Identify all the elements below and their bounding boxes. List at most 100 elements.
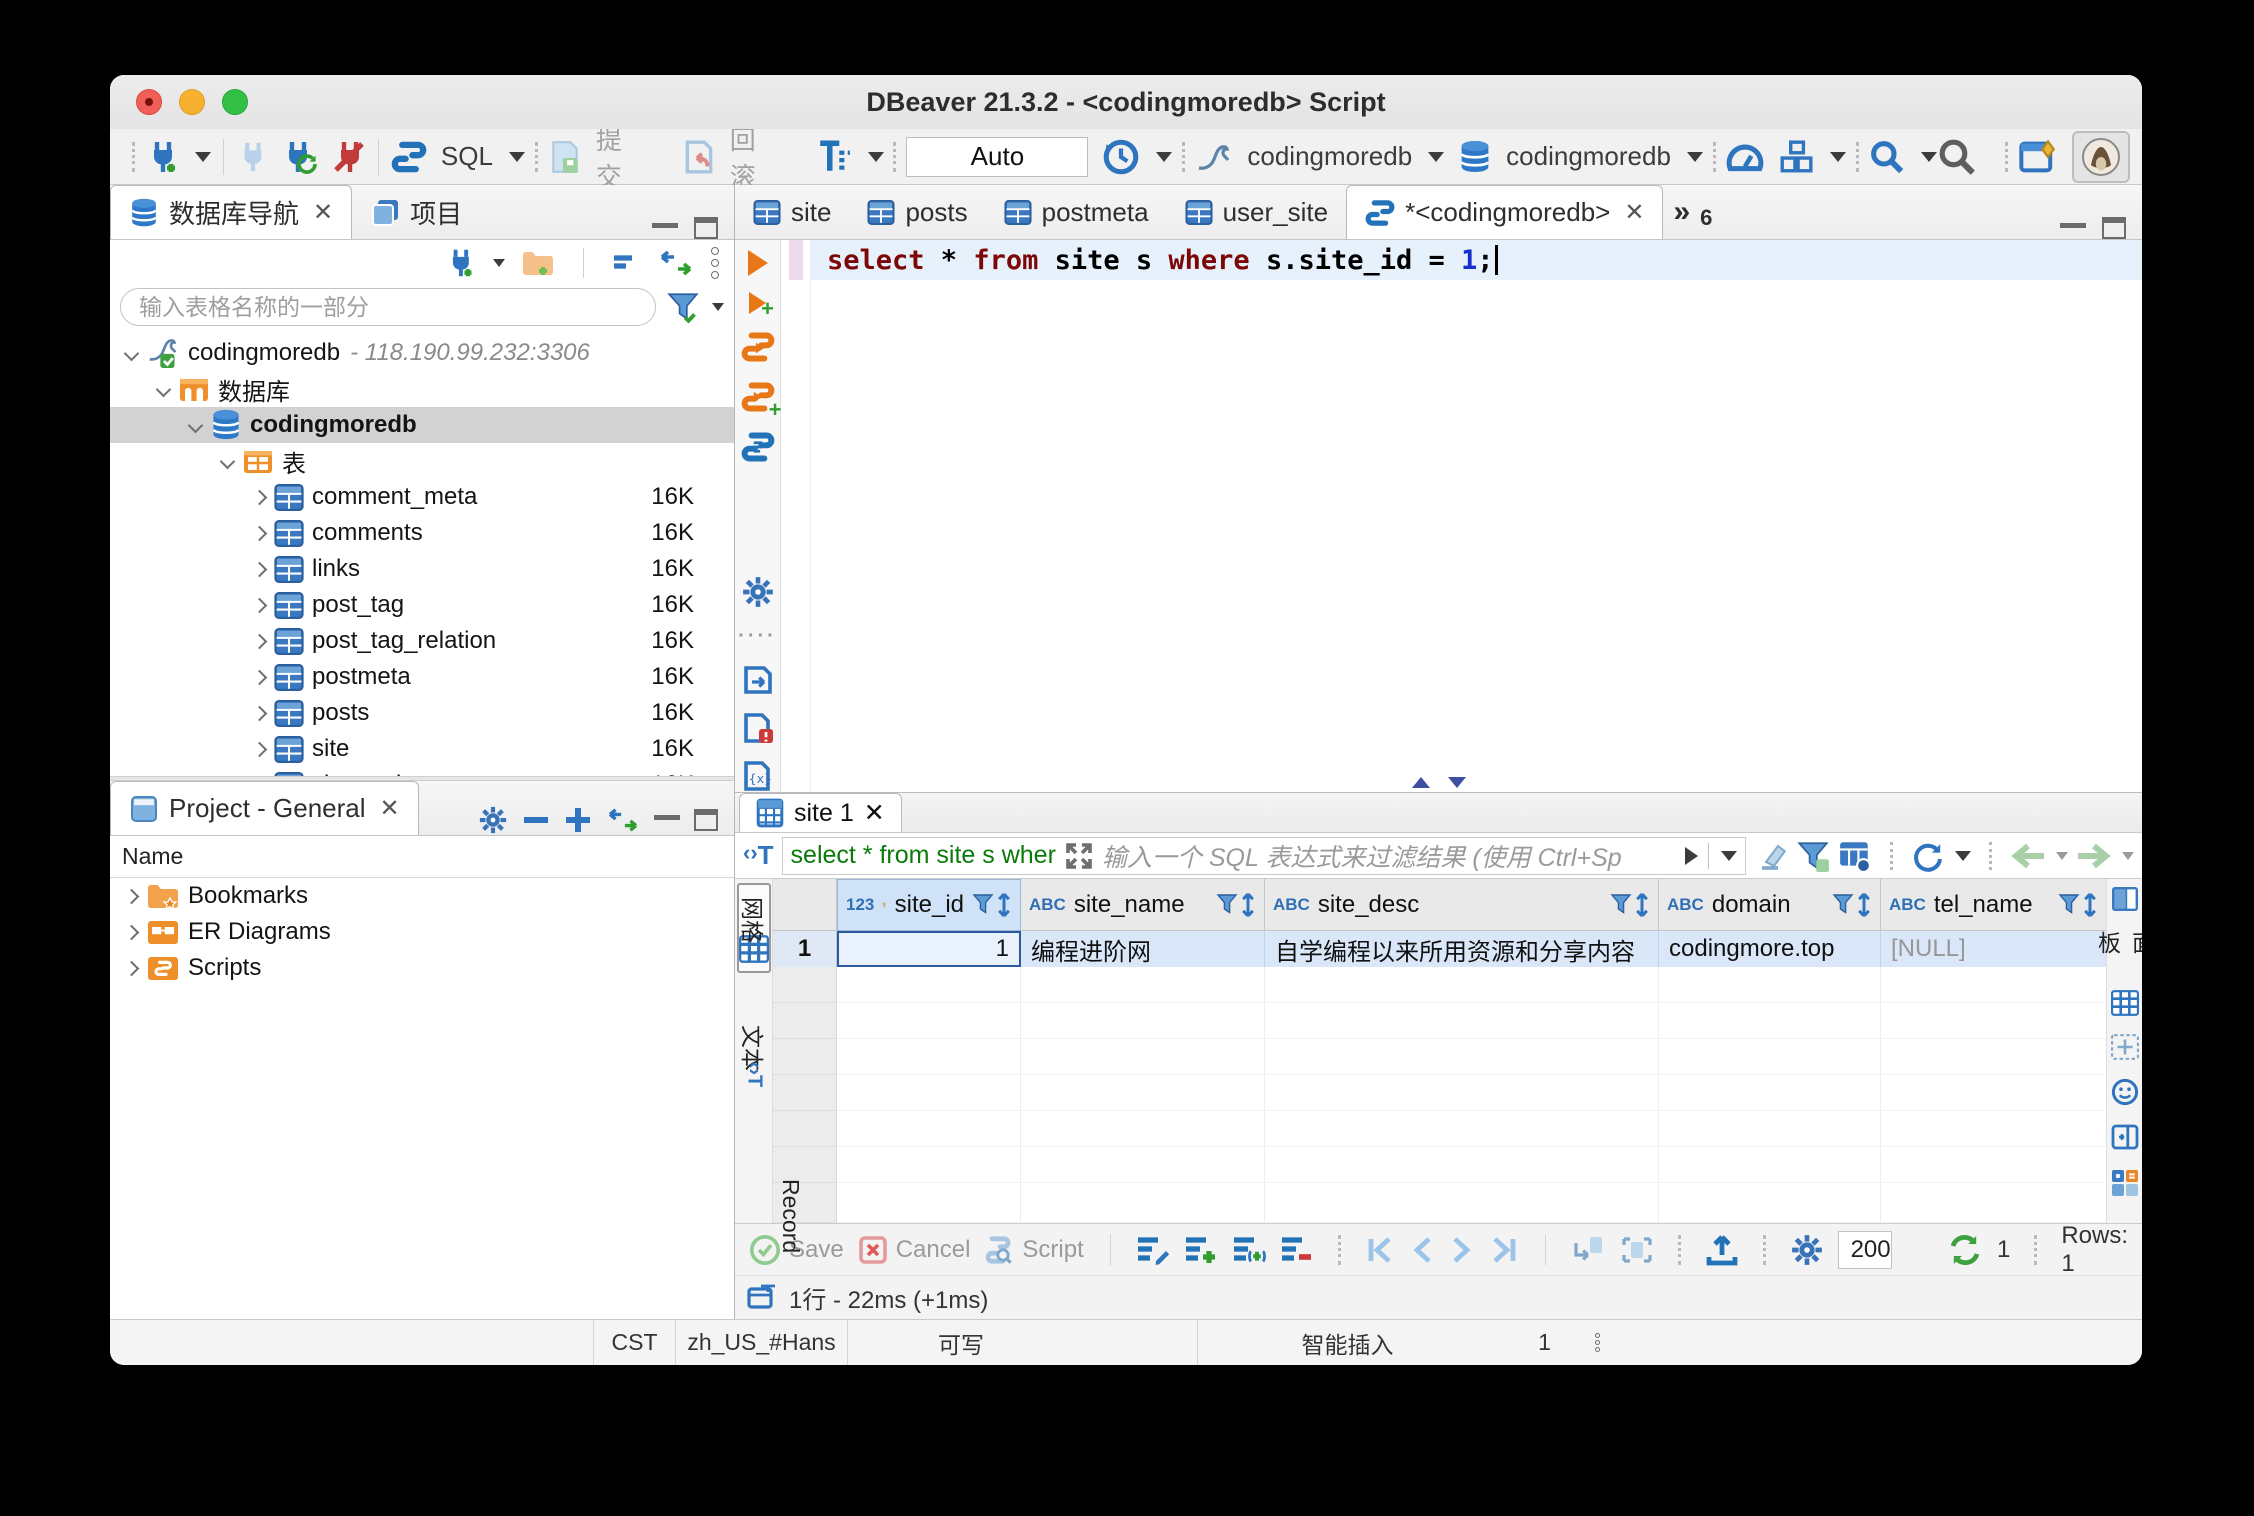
column-sort-icon[interactable] [1240, 892, 1256, 918]
table-row[interactable]: site_options16K [110, 767, 734, 776]
cell-tel-name[interactable]: [NULL] [1881, 931, 2106, 967]
tab-project-general[interactable]: Project - General ✕ [110, 781, 419, 835]
references-panel-icon[interactable] [2110, 1168, 2140, 1198]
value-viewer-icon[interactable] [2110, 990, 2139, 1016]
tab-overflow-chevron[interactable]: » 6 [1663, 185, 1722, 239]
nav-new-connection-dropdown[interactable] [493, 258, 505, 267]
refresh-results-icon[interactable] [1911, 839, 1945, 873]
status-position[interactable]: 1 [1497, 1320, 1592, 1365]
project-name-header[interactable]: Name [110, 836, 734, 878]
last-row-icon[interactable] [1489, 1236, 1519, 1264]
grid-data-row[interactable]: 1 1 编程进阶网 自学编程以来所用资源和分享内容 codingmore.top… [773, 931, 2106, 967]
transaction-mode-icon[interactable] [816, 139, 852, 175]
commit-label[interactable]: 提交 [596, 120, 639, 194]
filter-history-dropdown[interactable] [1721, 850, 1737, 861]
connection-name[interactable]: codingmoredb [1247, 141, 1412, 172]
new-connection-dropdown[interactable] [195, 151, 211, 162]
row-number-header[interactable] [773, 879, 837, 931]
close-tab-icon[interactable]: ✕ [1624, 198, 1644, 227]
minimize-view-icon[interactable] [654, 815, 680, 825]
results-settings-icon[interactable] [1790, 1233, 1824, 1267]
editor-tab-script-active[interactable]: *<codingmoredb> ✕ [1346, 185, 1664, 239]
commit-icon[interactable] [548, 139, 582, 175]
execute-statement-icon[interactable] [747, 250, 768, 276]
fetch-size-input[interactable]: 200 [1837, 1230, 1893, 1269]
sql-editor-label[interactable]: SQL [441, 141, 493, 172]
column-header-site-id[interactable]: 123 site_id [837, 879, 1021, 931]
project-item-er-diagrams[interactable]: ER Diagrams [110, 914, 734, 950]
nav-back-icon[interactable] [2010, 843, 2046, 869]
column-filter-icon[interactable] [972, 893, 994, 917]
nav-back-dropdown[interactable] [2056, 851, 2068, 860]
sql-code-area[interactable]: select * from site s where s.site_id = 1… [811, 240, 2142, 792]
view-menu-icon[interactable] [710, 246, 720, 279]
close-tab-icon[interactable]: ✕ [313, 198, 333, 227]
schema-dropdown[interactable] [1686, 151, 1703, 162]
fetch-next-page-icon[interactable] [1572, 1235, 1606, 1265]
editor-tab-postmeta[interactable]: postmeta [986, 185, 1167, 239]
minimize-view-icon[interactable] [652, 223, 678, 233]
column-header-site-name[interactable]: ABC site_name [1021, 879, 1265, 931]
table-row[interactable]: comment_meta 16K [110, 479, 734, 515]
cell-site-name[interactable]: 编程进阶网 [1021, 931, 1265, 967]
table-row[interactable]: site 16K [110, 731, 734, 767]
table-row[interactable]: post_tag 16K [110, 587, 734, 623]
sql-editor-dropdown[interactable] [508, 151, 525, 162]
editor-tab-user-site[interactable]: user_site [1167, 185, 1347, 239]
table-row[interactable]: postmeta 16K [110, 659, 734, 695]
reconnect-icon[interactable] [282, 140, 318, 174]
custom-filter-icon[interactable]: ‹› T [743, 840, 774, 871]
next-row-icon[interactable] [1449, 1236, 1475, 1264]
delete-row-icon[interactable] [1280, 1235, 1314, 1265]
global-search-icon[interactable] [1937, 137, 1977, 177]
disconnect-icon[interactable] [332, 140, 366, 174]
tab-projects[interactable]: 项目 [352, 185, 480, 239]
column-sort-icon[interactable] [1634, 892, 1650, 918]
commit-mode-combo[interactable]: Auto [906, 136, 1089, 177]
nav-forward-icon[interactable] [2076, 843, 2112, 869]
new-connection-icon[interactable] [145, 140, 179, 174]
status-insert-mode[interactable]: 智能插入 [1197, 1320, 1497, 1365]
open-output-icon[interactable] [742, 664, 774, 696]
column-filter-icon[interactable] [2058, 893, 2080, 917]
rollback-label[interactable]: 回滚 [730, 120, 773, 194]
filter-input[interactable]: select * from site s wher 输入一个 SQL 表达式来过… [781, 836, 1746, 875]
connection-dropdown[interactable] [1428, 151, 1445, 162]
column-filter-icon[interactable] [1610, 893, 1632, 917]
save-filter-icon[interactable] [1796, 840, 1830, 872]
first-row-icon[interactable] [1365, 1236, 1395, 1264]
table-row[interactable]: post_tag_relation 16K [110, 623, 734, 659]
table-search-input[interactable] [120, 288, 656, 326]
connect-icon[interactable] [236, 140, 268, 174]
editor-tab-site[interactable]: site [735, 185, 849, 239]
editor-settings-icon[interactable] [741, 575, 775, 609]
fetch-all-icon[interactable] [1620, 1235, 1654, 1265]
erase-filter-icon[interactable] [1754, 840, 1788, 872]
filter-icon[interactable] [666, 291, 700, 323]
close-tab-icon[interactable]: ✕ [380, 794, 400, 823]
execute-new-tab-icon[interactable]: + [749, 292, 774, 320]
editor-tab-posts[interactable]: posts [849, 185, 985, 239]
packages-icon[interactable] [1778, 139, 1814, 175]
column-header-site-desc[interactable]: ABC site_desc [1265, 879, 1659, 931]
column-filter-icon[interactable] [1216, 893, 1238, 917]
row-number-cell[interactable]: 1 [773, 931, 837, 967]
maximize-view-icon[interactable] [694, 809, 718, 831]
editor-results-sash[interactable] [1411, 777, 1466, 788]
table-row[interactable]: comments 16K [110, 515, 734, 551]
project-item-scripts[interactable]: Scripts [110, 950, 734, 986]
search-db-icon[interactable] [1869, 139, 1905, 175]
explain-plan-icon[interactable] [741, 430, 775, 464]
execute-script-icon[interactable] [741, 330, 775, 364]
filter-dropdown[interactable] [712, 303, 724, 311]
prev-row-icon[interactable] [1409, 1236, 1435, 1264]
nav-forward-dropdown[interactable] [2122, 851, 2134, 860]
status-writable[interactable]: 可写 [847, 1320, 1197, 1365]
calc-panel-icon[interactable] [2110, 1034, 2139, 1060]
column-sort-icon[interactable] [2082, 892, 2098, 918]
maximize-view-icon[interactable] [694, 217, 718, 239]
apply-filter-icon[interactable] [1685, 846, 1698, 865]
column-sort-icon[interactable] [1856, 892, 1872, 918]
close-tab-icon[interactable]: ✕ [864, 798, 885, 828]
expand-filter-icon[interactable] [1064, 841, 1094, 871]
